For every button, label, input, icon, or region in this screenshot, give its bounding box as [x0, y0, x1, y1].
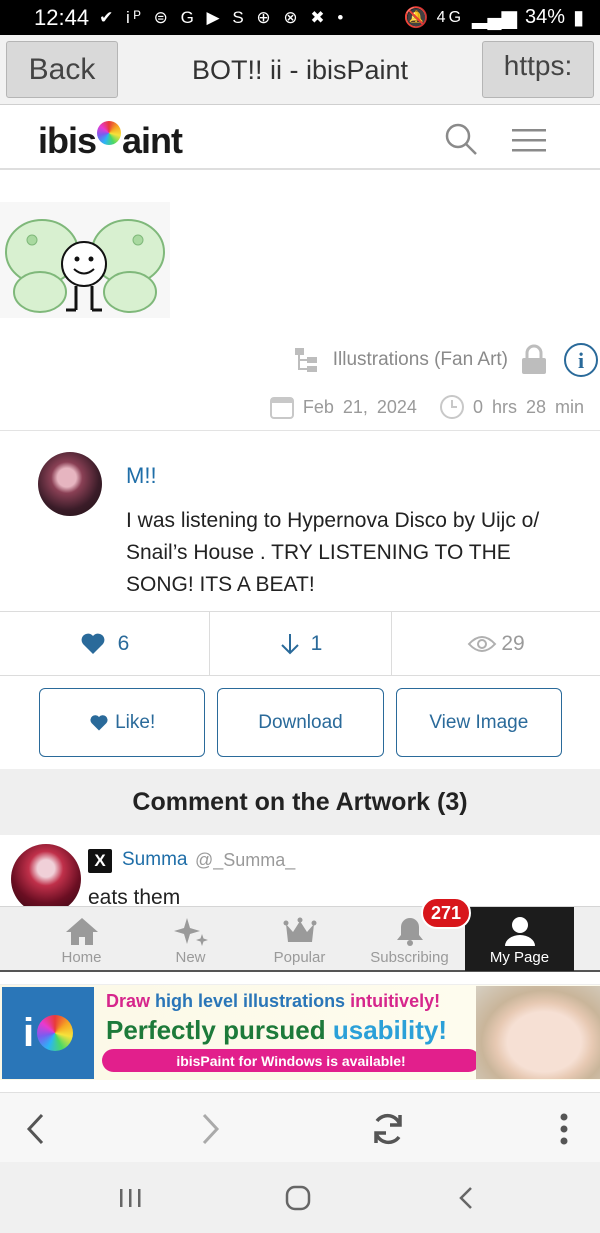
- ibispaint-logo[interactable]: ibis aint: [38, 120, 183, 162]
- system-nav-bar: [0, 1162, 600, 1233]
- view-image-button[interactable]: View Image: [395, 688, 562, 757]
- view-count: 29: [391, 612, 600, 675]
- mute-icon: 🔕: [403, 7, 429, 29]
- author-name[interactable]: M!!: [126, 463, 157, 489]
- ibispaint-app-icon: i: [2, 987, 94, 1079]
- divider: [0, 430, 600, 431]
- commenter-name[interactable]: Summa: [122, 849, 187, 871]
- app-titlebar: Back BOT!! ii - ibisPaint https:: [0, 35, 600, 105]
- x-logo-icon: X: [88, 849, 112, 873]
- back-button[interactable]: Back: [6, 41, 118, 98]
- sparkle-icon: [173, 918, 208, 946]
- person-icon: [504, 917, 535, 946]
- post-description: I was listening to Hypernova Disco by Ui…: [126, 509, 540, 596]
- download-count: 1: [209, 612, 391, 675]
- notification-badge: 271: [421, 897, 471, 929]
- category-label[interactable]: Illustrations (Fan Art): [333, 349, 508, 371]
- site-header: ibis aint: [0, 106, 600, 170]
- ad-headline-2: Perfectly pursued usability!: [106, 1015, 447, 1046]
- ad-headline-1: Draw high level illustrations intuitivel…: [106, 991, 440, 1012]
- like-count: 6: [0, 612, 209, 675]
- recent-apps-icon[interactable]: [110, 1178, 150, 1218]
- author-avatar[interactable]: [38, 452, 102, 516]
- lock-icon: [522, 344, 546, 374]
- color-wheel-icon: [97, 121, 122, 145]
- tab-label-home: Home: [61, 949, 102, 966]
- logo-text-post: aint: [122, 120, 183, 161]
- system-back-icon[interactable]: [446, 1178, 486, 1218]
- artwork-category-row: Illustrations (Fan Art) i: [293, 340, 600, 380]
- url-button[interactable]: https:: [482, 41, 594, 98]
- menu-icon[interactable]: [510, 126, 548, 154]
- like-count-value: 6: [117, 631, 130, 655]
- ad-line1-a: Draw: [106, 991, 156, 1011]
- heart-icon: [90, 714, 108, 730]
- status-right: 🔕 4G ▂▄▆ 34% ▮: [404, 5, 584, 30]
- color-wheel-icon: [37, 1015, 74, 1051]
- browser-back-icon[interactable]: [14, 1107, 58, 1151]
- ad-line2-b: usability!: [332, 1015, 447, 1045]
- like-button-label: Like!: [115, 711, 156, 733]
- tab-label-new: New: [175, 949, 206, 966]
- tab-my-page[interactable]: My Page: [465, 907, 574, 971]
- like-button[interactable]: Like!: [39, 688, 206, 757]
- artwork-date-row: Feb 21, 2024 0 hrs 28 min: [269, 392, 584, 422]
- tab-label-popular: Popular: [273, 949, 326, 966]
- tab-label-my-page: My Page: [489, 949, 550, 966]
- signal-icon: ▂▄▆: [472, 7, 517, 29]
- status-icons: ✔ iᴾ ⊜ G ▶ S ⊕ ⊗ ✖ •: [99, 7, 348, 27]
- more-options-icon[interactable]: [542, 1107, 586, 1151]
- eye-icon: [467, 635, 497, 652]
- status-time: 12:44: [34, 4, 90, 30]
- browser-nav-bar: [0, 1092, 600, 1162]
- battery-label: 34%: [524, 6, 565, 28]
- tab-new[interactable]: New: [136, 907, 245, 971]
- ad-line2-a: Perfectly pursued: [106, 1015, 333, 1045]
- crown-icon: [283, 917, 316, 942]
- post-date: Feb 21, 2024: [302, 396, 417, 417]
- artwork-stats: 6 1 29: [0, 612, 600, 676]
- drawing-duration: 0 hrs 28 min: [472, 396, 584, 417]
- arrow-down-icon: [280, 633, 299, 654]
- heart-icon: [81, 633, 105, 654]
- ad-line1-b: high level illustrations: [155, 991, 346, 1011]
- home-button-icon[interactable]: [278, 1178, 318, 1218]
- download-count-value: 1: [310, 631, 323, 655]
- battery-icon: ▮: [572, 7, 584, 29]
- network-label: 4G: [436, 8, 465, 26]
- bottom-tab-bar: Home New Popular Subscribing My Page: [0, 906, 600, 972]
- commenter-handle: @_Summa_: [195, 850, 296, 870]
- browser-forward-icon[interactable]: [188, 1107, 232, 1151]
- ad-cta-pill[interactable]: ibisPaint for Windows is available!: [102, 1049, 480, 1072]
- tab-home[interactable]: Home: [27, 907, 136, 971]
- comments-header: Comment on the Artwork (3): [0, 769, 600, 835]
- tab-popular[interactable]: Popular: [245, 907, 354, 971]
- logo-text-pre: ibis: [38, 120, 97, 161]
- tab-label-subscribing: Subscribing: [370, 949, 449, 966]
- ad-logo-letter: i: [22, 1010, 35, 1055]
- view-count-value: 29: [501, 631, 525, 655]
- status-bar: 12:44 ✔ iᴾ ⊜ G ▶ S ⊕ ⊗ ✖ • 🔕 4G ▂▄▆ 34% …: [0, 0, 600, 35]
- artwork-actions: Like! Download View Image: [39, 688, 562, 757]
- home-icon: [65, 918, 98, 945]
- calendar-icon: [269, 397, 294, 419]
- search-icon[interactable]: [444, 122, 478, 156]
- svg-text:i: i: [578, 348, 584, 373]
- hierarchy-icon: [294, 348, 317, 372]
- artwork-image[interactable]: [0, 202, 170, 318]
- page-title: BOT!! ii - ibisPaint: [191, 54, 409, 85]
- info-icon[interactable]: i: [562, 341, 600, 379]
- clock-icon: [439, 395, 464, 419]
- commenter-avatar[interactable]: [11, 844, 81, 914]
- ad-line1-c: intuitively!: [345, 991, 441, 1011]
- download-button[interactable]: Download: [217, 688, 384, 757]
- ad-character-illustration: [476, 986, 600, 1079]
- reload-icon[interactable]: [366, 1107, 410, 1151]
